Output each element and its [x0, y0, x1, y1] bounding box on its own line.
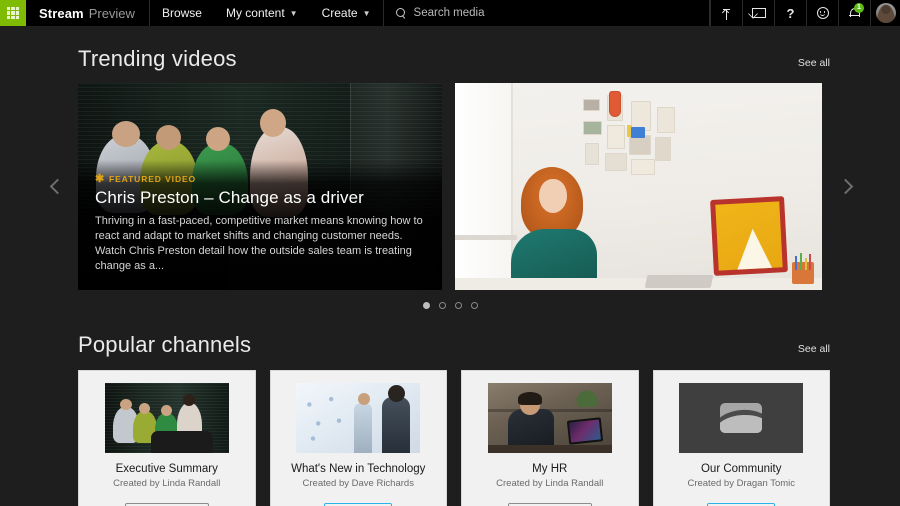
account-menu-button[interactable]: [870, 0, 900, 26]
featured-video-title: Chris Preston – Change as a driver: [95, 188, 364, 207]
brand-logo[interactable]: Stream Preview: [26, 0, 150, 26]
carousel-dot-1[interactable]: [422, 302, 430, 309]
channels-see-all-link[interactable]: See all: [798, 343, 830, 355]
channel-title: My HR: [532, 463, 568, 475]
brand-preview-label: Preview: [88, 5, 135, 21]
page-title: Trending videos: [78, 46, 237, 71]
nav-item-create-label: Create: [321, 6, 358, 20]
chevron-right-icon: [837, 178, 853, 195]
search-placeholder: Search media: [413, 7, 485, 19]
app-launcher-waffle-button[interactable]: [0, 0, 26, 26]
upload-button[interactable]: [710, 0, 742, 26]
star-icon: ✱: [95, 172, 106, 185]
trending-carousel: ✱ FEATURED VIDEO Chris Preston – Change …: [0, 83, 900, 290]
channel-creator: Created by Dave Richards: [302, 478, 414, 489]
help-button[interactable]: ?: [774, 0, 806, 26]
channel-creator: Created by Linda Randall: [496, 478, 604, 489]
page-content: Trending videos See all ✱ FEATURED VIDEO…: [0, 26, 900, 506]
feedback-button[interactable]: [806, 0, 838, 26]
trending-section-header: Trending videos See all: [0, 46, 900, 72]
trending-videos-section: Trending videos See all ✱ FEATURED VIDEO…: [0, 26, 900, 309]
channel-card[interactable]: What's New in Technology Created by Dave…: [269, 370, 447, 506]
channel-creator: Created by Dragan Tomic: [687, 478, 796, 489]
primary-nav: Browse My content ▼ Create ▼: [150, 0, 384, 26]
featured-video-overlay: ✱ FEATURED VIDEO Chris Preston – Change …: [78, 160, 442, 290]
popular-channels-section: Popular channels See all Executive Summa…: [0, 332, 900, 506]
channel-card-list: Executive Summary Created by Linda Randa…: [0, 370, 900, 506]
carousel-next-button[interactable]: [832, 166, 858, 208]
mail-button[interactable]: [742, 0, 774, 26]
brand-name: Stream: [39, 5, 84, 21]
carousel-slides: ✱ FEATURED VIDEO Chris Preston – Change …: [0, 83, 900, 290]
mail-icon: [751, 8, 766, 18]
channel-thumbnail: [104, 383, 229, 453]
channels-section-header: Popular channels See all: [0, 332, 900, 358]
help-icon: ?: [786, 5, 795, 21]
waffle-grid-icon: [6, 6, 20, 20]
channel-card[interactable]: Our Community Created by Dragan Tomic FO…: [652, 370, 830, 506]
search-input[interactable]: Search media: [384, 0, 710, 26]
featured-video-tag-label: FEATURED VIDEO: [109, 174, 197, 184]
chevron-down-icon: ▼: [289, 9, 298, 18]
nav-item-my-content[interactable]: My content ▼: [214, 0, 310, 26]
avatar: [875, 3, 896, 23]
carousel-prev-button[interactable]: [44, 166, 70, 208]
feedback-smiley-icon: [816, 7, 829, 19]
search-icon: [395, 7, 407, 19]
nav-item-browse-label: Browse: [161, 6, 202, 20]
featured-video-tag: ✱ FEATURED VIDEO: [95, 172, 425, 185]
chevron-left-icon: [49, 178, 65, 195]
channel-title: What's New in Technology: [291, 463, 426, 475]
featured-video-card[interactable]: ✱ FEATURED VIDEO Chris Preston – Change …: [78, 83, 442, 290]
channel-title: Our Community: [700, 463, 782, 475]
secondary-video-card[interactable]: [455, 83, 822, 290]
carousel-dot-4[interactable]: [470, 302, 478, 309]
nav-item-my-content-label: My content: [225, 6, 285, 20]
channel-card[interactable]: My HR Created by Linda Randall FOLLOWING: [461, 370, 639, 506]
secondary-video-thumbnail: [455, 83, 822, 290]
nav-item-browse[interactable]: Browse: [150, 0, 214, 26]
channel-card[interactable]: Executive Summary Created by Linda Randa…: [78, 370, 256, 506]
featured-video-description: Thriving in a fast-paced, competitive ma…: [95, 215, 423, 272]
notifications-button[interactable]: 1: [838, 0, 870, 26]
nav-item-create[interactable]: Create ▼: [310, 0, 383, 26]
chevron-down-icon: ▼: [362, 9, 371, 18]
channel-thumbnail: [296, 383, 421, 453]
channel-thumbnail: [679, 383, 804, 453]
trending-see-all-link[interactable]: See all: [798, 57, 830, 69]
carousel-dots: [0, 302, 900, 309]
channels-title: Popular channels: [78, 332, 252, 357]
header-actions: ? 1: [710, 0, 900, 26]
channel-creator: Created by Linda Randall: [113, 478, 221, 489]
suite-header: Stream Preview Browse My content ▼ Creat…: [0, 0, 900, 26]
carousel-dot-2[interactable]: [438, 302, 446, 309]
channel-title: Executive Summary: [115, 463, 218, 475]
stream-logo-icon: [720, 403, 763, 433]
channel-thumbnail: [487, 383, 612, 453]
notification-badge: 1: [854, 3, 864, 13]
upload-icon: [720, 7, 733, 20]
carousel-dot-3[interactable]: [454, 302, 462, 309]
